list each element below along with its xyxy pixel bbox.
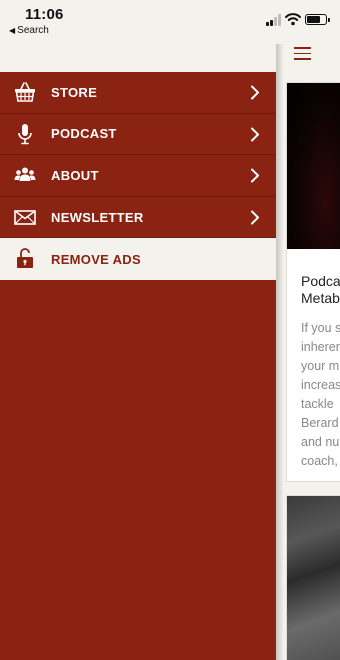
menu-label-newsletter: NEWSLETTER [51, 209, 144, 225]
envelope-icon [14, 209, 36, 225]
microphone-icon [18, 123, 32, 144]
back-arrow-icon: ◀ [9, 26, 16, 35]
drawer-menu: STORE PODCAST ABOUT NEWSLETTER REMOVE AD… [0, 72, 276, 280]
menu-item-store[interactable]: STORE [0, 72, 276, 114]
status-time: 11:06 [25, 6, 64, 23]
lock-icon [17, 248, 33, 269]
menu-item-about[interactable]: ABOUT [0, 155, 276, 197]
basket-icon [15, 82, 35, 102]
drawer-shadow [276, 44, 284, 660]
cellular-signal-icon [266, 14, 282, 26]
article-excerpt: If you s inherer your m increas tackle B… [301, 321, 340, 468]
chevron-right-icon [251, 168, 259, 183]
chevron-right-icon [251, 210, 259, 225]
people-icon [14, 167, 36, 182]
article-image [287, 83, 340, 249]
chevron-right-icon [251, 85, 259, 100]
menu-label-about: ABOUT [51, 167, 99, 183]
hamburger-menu-icon[interactable] [294, 47, 311, 60]
main-content: Podca Metab If you s inherer your m incr… [276, 0, 340, 660]
navigation-drawer: STORE PODCAST ABOUT NEWSLETTER REMOVE AD… [0, 0, 276, 660]
status-bar: 11:06 ◀ Search [0, 0, 340, 44]
back-to-search-link[interactable]: ◀ Search [9, 25, 49, 36]
menu-item-remove-ads[interactable]: REMOVE ADS [0, 238, 276, 280]
article-image-2 [287, 496, 340, 660]
battery-icon [305, 14, 330, 25]
article-title: Podca Metab [301, 273, 340, 306]
menu-label-store: STORE [51, 84, 98, 100]
menu-item-podcast[interactable]: PODCAST [0, 114, 276, 156]
article-card-2[interactable] [286, 495, 340, 660]
menu-label-remove-ads: REMOVE ADS [51, 251, 141, 267]
menu-label-podcast: PODCAST [51, 126, 117, 142]
menu-item-newsletter[interactable]: NEWSLETTER [0, 197, 276, 239]
drawer-header [0, 44, 276, 72]
back-label: Search [17, 25, 49, 36]
chevron-right-icon [251, 127, 259, 142]
article-card[interactable]: Podca Metab If you s inherer your m incr… [286, 82, 340, 482]
wifi-icon [285, 13, 301, 26]
